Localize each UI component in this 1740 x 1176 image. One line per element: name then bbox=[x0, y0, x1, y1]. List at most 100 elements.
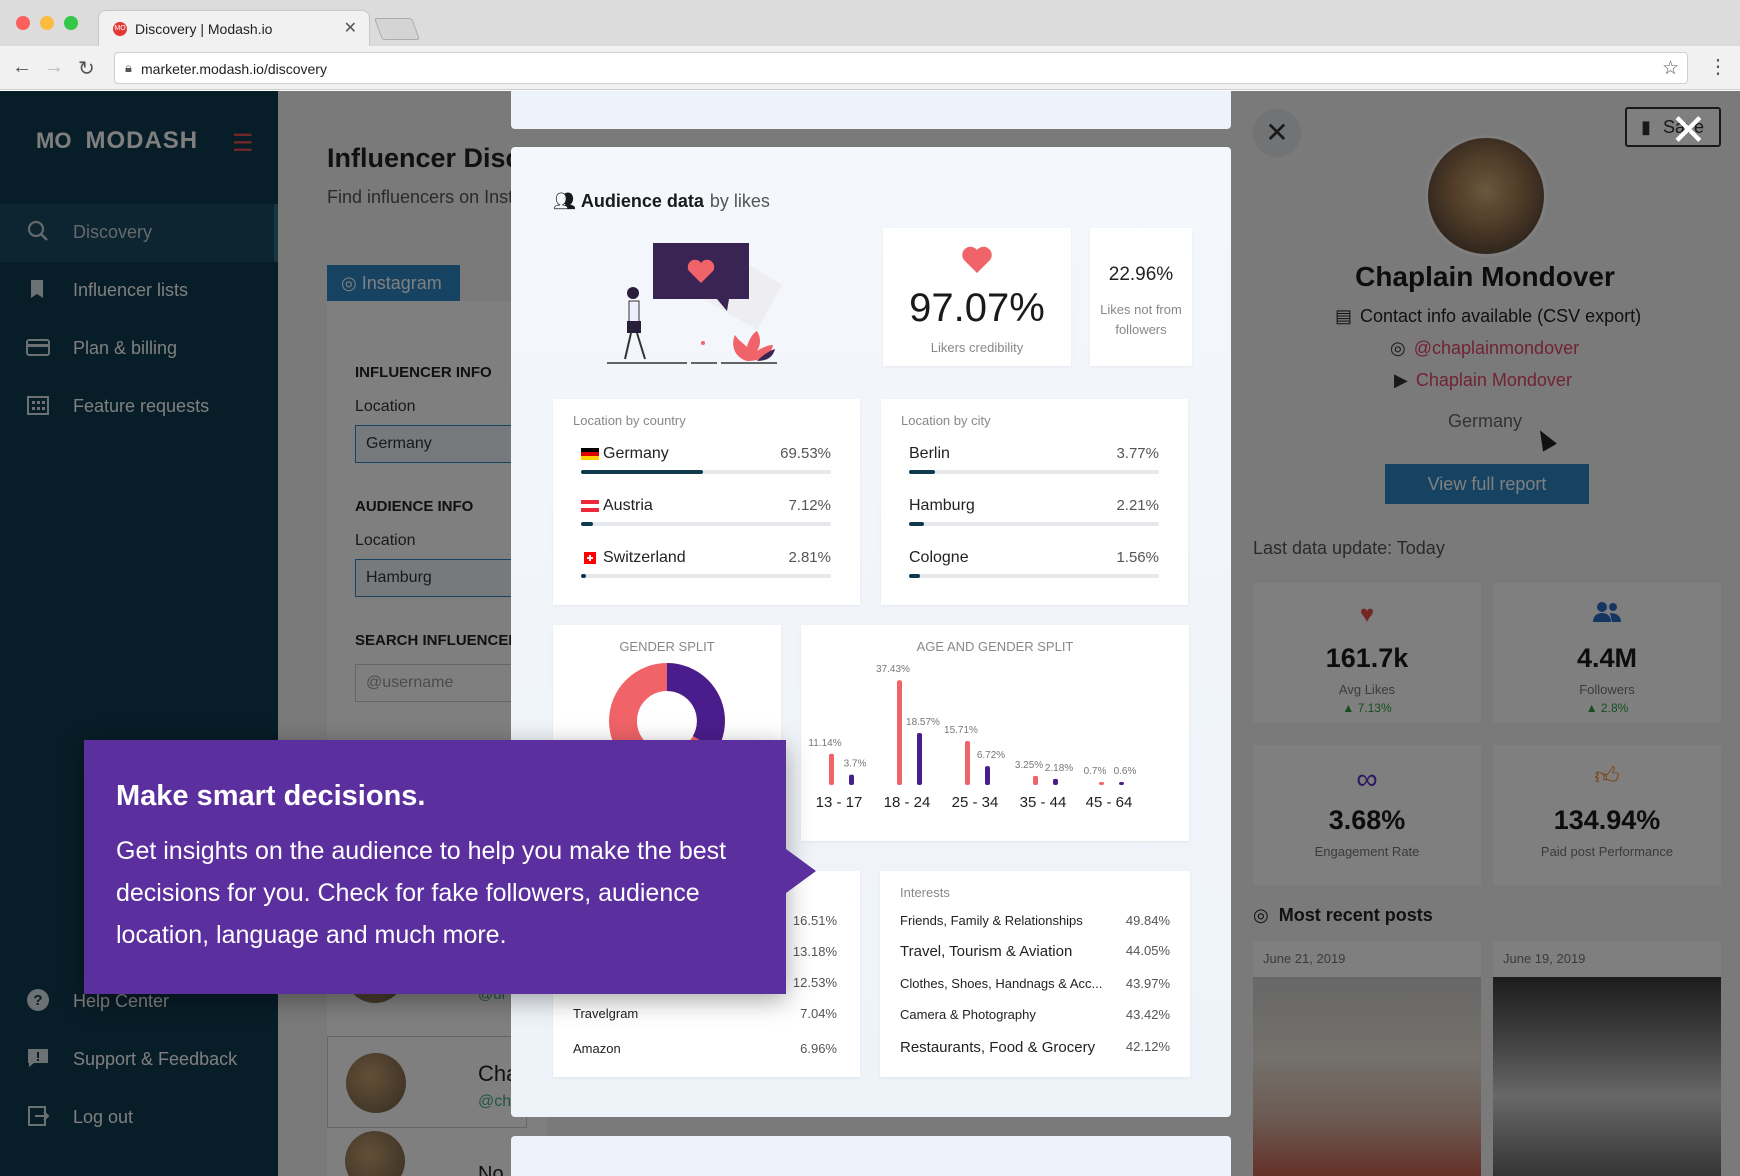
progress-track bbox=[581, 574, 831, 578]
switzerland-flag-icon bbox=[584, 552, 596, 564]
germany-flag-icon bbox=[581, 448, 599, 460]
bar-data-label: 2.18% bbox=[1045, 763, 1073, 774]
bar-13-17-s1 bbox=[849, 774, 854, 785]
city-row-hamburg: Hamburg 2.21% bbox=[909, 497, 1159, 537]
list-item-pct: 7.04% bbox=[800, 1006, 837, 1021]
bar-35-44-s0 bbox=[1033, 775, 1038, 785]
close-modal-icon[interactable]: ✕ bbox=[1670, 109, 1707, 153]
bar-25-34-s0 bbox=[965, 741, 970, 785]
bar-18-24-s1 bbox=[917, 733, 922, 785]
heading-suffix: by likes bbox=[709, 191, 770, 211]
country-name: Austria bbox=[603, 497, 653, 514]
bar-data-label: 0.6% bbox=[1114, 766, 1137, 777]
city-pct: 1.56% bbox=[1116, 549, 1159, 566]
lock-icon: 🔒︎ bbox=[125, 60, 132, 75]
tooltip-body: Get insights on the audience to help you… bbox=[116, 837, 727, 949]
city-row-berlin: Berlin 3.77% bbox=[909, 445, 1159, 485]
panel-title: Location by city bbox=[901, 413, 991, 428]
austria-flag-icon bbox=[581, 500, 599, 512]
back-icon[interactable]: ← bbox=[12, 56, 32, 79]
progress-fill bbox=[909, 522, 925, 526]
interest-pct: 49.84% bbox=[1125, 913, 1170, 928]
credibility-label: Likers credibility bbox=[930, 340, 1024, 355]
credibility-value: 97.07% bbox=[909, 286, 1045, 330]
city-pct: 2.21% bbox=[1116, 497, 1159, 514]
panel-title: Interests bbox=[900, 885, 950, 900]
bar-data-label: 0.7% bbox=[1084, 766, 1107, 777]
url-text: marketer.modash.io/discovery bbox=[141, 61, 327, 77]
city-name: Berlin bbox=[909, 445, 950, 462]
not-from-followers-value: 22.96% bbox=[1108, 264, 1174, 285]
browser-tab[interactable]: MO Discovery | Modash.io ✕ bbox=[98, 10, 370, 46]
browser-chrome: MO Discovery | Modash.io ✕ ← → ↻ 🔒︎ mark… bbox=[0, 0, 1740, 90]
country-pct: 7.12% bbox=[788, 497, 831, 514]
interest-pct: 44.05% bbox=[1125, 943, 1170, 958]
x-tick-label: 25 - 34 bbox=[952, 794, 999, 811]
interest-name: Friends, Family & Relationships bbox=[900, 913, 1083, 928]
country-pct: 69.53% bbox=[780, 445, 831, 462]
country-row-austria: Austria 7.12% bbox=[581, 497, 831, 537]
interest-pct: 43.42% bbox=[1125, 1007, 1170, 1022]
bar-35-44-s1 bbox=[1053, 778, 1058, 785]
x-tick-label: 13 - 17 bbox=[816, 794, 863, 811]
browser-menu-icon[interactable]: ⋮ bbox=[1708, 54, 1728, 79]
modal-heading: 👥︎ Audience data by likes bbox=[553, 191, 770, 212]
x-tick-label: 18 - 24 bbox=[884, 794, 931, 811]
minimize-window-button[interactable] bbox=[40, 16, 54, 30]
bar-13-17-s0 bbox=[829, 753, 834, 785]
onboarding-tooltip: Make smart decisions. Get insights on th… bbox=[84, 740, 786, 994]
likes-not-from-followers-card: 22.96% Likes not from followers bbox=[1090, 228, 1192, 366]
likers-credibility-card: 97.07% Likers credibility bbox=[883, 228, 1071, 366]
progress-track bbox=[581, 470, 831, 474]
city-name: Cologne bbox=[909, 549, 969, 566]
close-window-button[interactable] bbox=[16, 16, 30, 30]
interests-card: Interests Friends, Family & Relationship… bbox=[880, 871, 1190, 1077]
address-bar[interactable]: 🔒︎ marketer.modash.io/discovery ☆ bbox=[114, 52, 1688, 84]
bar-data-label: 6.72% bbox=[977, 750, 1005, 761]
modal-next-section bbox=[511, 1136, 1231, 1176]
chart-title: GENDER SPLIT bbox=[619, 639, 715, 654]
country-pct: 2.81% bbox=[788, 549, 831, 566]
bar-45-64-s0 bbox=[1099, 782, 1104, 785]
city-name: Hamburg bbox=[909, 497, 975, 514]
tooltip-arrow bbox=[786, 849, 816, 893]
list-item-pct: 12.53% bbox=[792, 975, 837, 990]
country-row-switzerland: Switzerland 2.81% bbox=[581, 549, 831, 589]
list-item-pct: 13.18% bbox=[792, 944, 837, 959]
tooltip-title: Make smart decisions. bbox=[116, 780, 426, 812]
city-pct: 3.77% bbox=[1116, 445, 1159, 462]
country-name: Germany bbox=[603, 445, 669, 462]
favicon-icon: MO bbox=[113, 22, 127, 36]
age-gender-card: AGE AND GENDER SPLIT 11.14% 3.7% 13 - 17 37… bbox=[801, 625, 1189, 841]
bar-data-label: 11.14% bbox=[808, 738, 841, 749]
progress-track bbox=[581, 522, 831, 526]
list-item-name: Amazon bbox=[573, 1041, 621, 1056]
interest-name: Camera & Photography bbox=[900, 1007, 1036, 1022]
location-by-city-card: Location by city Berlin 3.77% Hamburg 2.… bbox=[881, 399, 1188, 605]
tab-close-icon[interactable]: ✕ bbox=[344, 18, 357, 38]
age-gender-bar-chart: 11.14%3.7% 13 - 17 37.43% 18.57% 18 - 24 15.7… bbox=[808, 664, 1137, 811]
bookmark-star-icon[interactable]: ☆ bbox=[1662, 57, 1679, 80]
progress-fill bbox=[909, 470, 936, 474]
progress-fill bbox=[581, 522, 594, 526]
bar-25-34-s1 bbox=[985, 766, 990, 785]
app: MOMODASH ☰ Discovery Influencer lists Pl… bbox=[0, 91, 1740, 1176]
interest-name: Restaurants, Food & Grocery bbox=[900, 1039, 1096, 1056]
list-item-pct: 16.51% bbox=[792, 913, 837, 928]
male-slice bbox=[666, 663, 725, 750]
tab-bar: MO Discovery | Modash.io ✕ bbox=[0, 0, 1740, 46]
heading-text: Audience data bbox=[580, 191, 704, 211]
maximize-window-button[interactable] bbox=[64, 16, 78, 30]
x-tick-label: 35 - 44 bbox=[1020, 794, 1067, 811]
interest-name: Clothes, Shoes, Handnags & Acc... bbox=[900, 976, 1103, 991]
bar-data-label: 15.71% bbox=[944, 725, 978, 736]
new-tab-button[interactable] bbox=[373, 18, 421, 40]
bar-data-label: 18.57% bbox=[906, 717, 940, 728]
modal-previous-section bbox=[511, 91, 1231, 129]
progress-fill bbox=[909, 574, 920, 578]
bar-data-label: 3.25% bbox=[1015, 760, 1043, 771]
country-row-germany: Germany 69.53% bbox=[581, 445, 831, 485]
list-item-pct: 6.96% bbox=[800, 1041, 837, 1056]
forward-icon[interactable]: → bbox=[44, 56, 64, 79]
reload-icon[interactable]: ↻ bbox=[78, 56, 95, 81]
